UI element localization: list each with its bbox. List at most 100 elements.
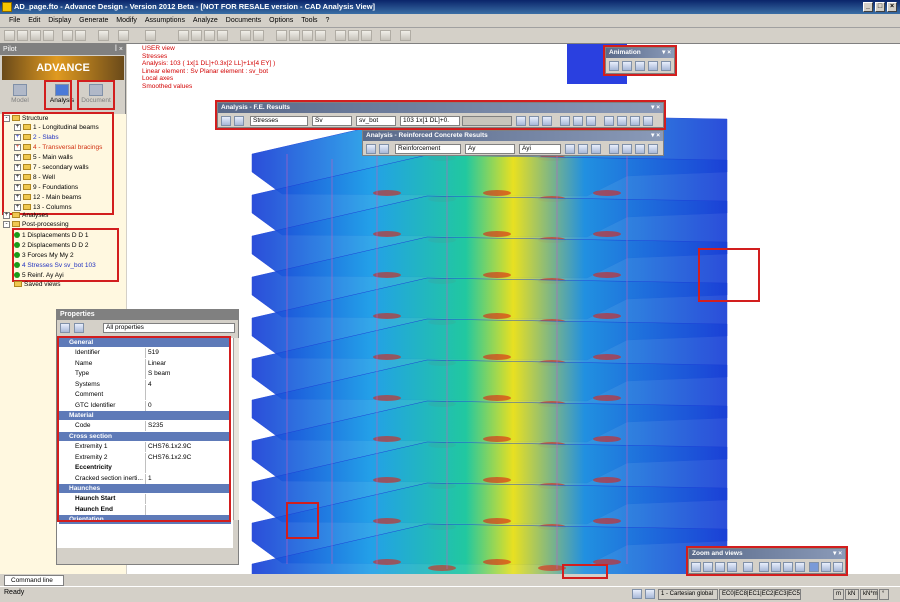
- stress-hotspot: [483, 559, 511, 565]
- stress-hotspot: [483, 231, 511, 237]
- command-line-tab[interactable]: Command line: [4, 575, 64, 586]
- mirror-icon[interactable]: [217, 30, 228, 41]
- highlight-document: [77, 80, 115, 110]
- stress-hotspot: [593, 354, 621, 360]
- new-file-icon[interactable]: [4, 30, 15, 41]
- view-3d-icon[interactable]: [361, 30, 372, 41]
- menu-edit[interactable]: Edit: [25, 14, 43, 28]
- menu-analyze[interactable]: Analyze: [190, 14, 221, 28]
- pilot-header: Pilot ꟾ ×: [0, 44, 126, 55]
- circle-icon[interactable]: [315, 30, 326, 41]
- status-grid-icon[interactable]: [645, 589, 655, 599]
- stress-hotspot: [593, 313, 621, 319]
- rc-chart-icon[interactable]: [635, 144, 645, 154]
- menu-assumptions[interactable]: Assumptions: [142, 14, 188, 28]
- minimize-button[interactable]: _: [863, 2, 873, 12]
- maximize-button[interactable]: □: [875, 2, 885, 12]
- menu-documents[interactable]: Documents: [223, 14, 264, 28]
- stress-hotspot: [483, 272, 511, 278]
- arc-icon[interactable]: [302, 30, 313, 41]
- stress-hotspot: [593, 190, 621, 196]
- grid-icon[interactable]: [253, 30, 264, 41]
- menu-tools[interactable]: Tools: [298, 14, 320, 28]
- calculator-icon[interactable]: [145, 30, 156, 41]
- rc-display-icon[interactable]: [366, 144, 376, 154]
- menu-options[interactable]: Options: [266, 14, 296, 28]
- rc-pen-icon[interactable]: [379, 144, 389, 154]
- rc-scale-icon[interactable]: [609, 144, 619, 154]
- tree-saved-views[interactable]: Saved views: [14, 280, 61, 289]
- props-refresh-icon[interactable]: [74, 323, 84, 333]
- menu-bar: File Edit Display Generate Modify Assump…: [0, 14, 900, 28]
- select-icon[interactable]: [178, 30, 189, 41]
- status-ucs-icon[interactable]: [632, 589, 642, 599]
- highlight-slab-corner: [286, 502, 319, 539]
- mode-model-button[interactable]: Model: [2, 82, 38, 110]
- rc-surface-select[interactable]: Ayi: [519, 144, 561, 154]
- rc-component-select[interactable]: Ay: [465, 144, 515, 154]
- unit-length[interactable]: m: [833, 589, 844, 600]
- stress-hotspot: [593, 395, 621, 401]
- properties-header: Properties: [57, 310, 238, 320]
- tree-analyses[interactable]: + Analyses: [3, 211, 48, 220]
- undo-icon[interactable]: [98, 30, 109, 41]
- view-info-line: Analysis: 103 ( 1x[1 DL]+0.3x[2 LL]+1x[4…: [142, 60, 276, 67]
- stress-hotspot: [593, 477, 621, 483]
- redo-icon[interactable]: [118, 30, 129, 41]
- highlight-animation: [603, 45, 677, 76]
- slab-icon[interactable]: [348, 30, 359, 41]
- menu-display[interactable]: Display: [45, 14, 74, 28]
- snap-icon[interactable]: [240, 30, 251, 41]
- coord-system-field[interactable]: 1 - Cartesian global: [658, 589, 718, 600]
- pin-icon[interactable]: ꟾ ×: [115, 44, 123, 55]
- rc-report-icon[interactable]: [648, 144, 658, 154]
- mode-model-label: Model: [11, 97, 29, 104]
- rc-grid-icon[interactable]: [578, 144, 588, 154]
- properties-filter-select[interactable]: All properties: [103, 323, 235, 333]
- highlight-base: [562, 564, 608, 579]
- copy-icon[interactable]: [62, 30, 73, 41]
- close-button[interactable]: ×: [887, 2, 897, 12]
- menu-file[interactable]: File: [6, 14, 23, 28]
- stress-hotspot: [483, 190, 511, 196]
- unit-moment[interactable]: kN*m: [860, 589, 878, 600]
- rc-type-select[interactable]: Reinforcement: [395, 144, 461, 154]
- rc-color-icon[interactable]: [591, 144, 601, 154]
- design-codes-field[interactable]: EC0|EC8|EC1|EC2|EC3|EC5: [719, 589, 801, 600]
- rc-tool-icon[interactable]: [565, 144, 575, 154]
- properties-scrollbar[interactable]: [233, 338, 239, 520]
- view-info-line: USER view: [142, 45, 175, 52]
- line-icon[interactable]: [276, 30, 287, 41]
- paste-icon[interactable]: [75, 30, 86, 41]
- logo-text: ADVANCE: [36, 62, 90, 74]
- stress-hotspot: [483, 354, 511, 360]
- rotate-icon[interactable]: [204, 30, 215, 41]
- stress-hotspot: [593, 272, 621, 278]
- menu-help[interactable]: ?: [323, 14, 333, 28]
- save-icon[interactable]: [30, 30, 41, 41]
- pointer-icon[interactable]: [380, 30, 391, 41]
- polyline-icon[interactable]: [289, 30, 300, 41]
- advance-logo: ADVANCE: [2, 56, 124, 80]
- view-info-line: Stresses: [142, 52, 168, 60]
- stress-hotspot: [483, 395, 511, 401]
- unit-force[interactable]: kN: [845, 589, 859, 600]
- stress-hotspot: [428, 565, 456, 571]
- highlight-properties: [57, 336, 231, 522]
- wall-icon[interactable]: [335, 30, 346, 41]
- menu-modify[interactable]: Modify: [113, 14, 140, 28]
- properties-panel: Properties All properties General Identi…: [56, 309, 239, 565]
- props-save-icon[interactable]: [60, 323, 70, 333]
- move-icon[interactable]: [191, 30, 202, 41]
- title-bar: AD_page.fto - Advance Design - Version 2…: [0, 0, 900, 14]
- model-icon: [13, 84, 27, 96]
- print-icon[interactable]: [43, 30, 54, 41]
- unit-angle[interactable]: °: [879, 589, 889, 600]
- open-file-icon[interactable]: [17, 30, 28, 41]
- pilot-title: Pilot: [3, 46, 17, 53]
- menu-generate[interactable]: Generate: [76, 14, 111, 28]
- rc-check-icon[interactable]: [622, 144, 632, 154]
- highlight-fe-results: [215, 100, 666, 130]
- window-title: AD_page.fto - Advance Design - Version 2…: [14, 2, 376, 11]
- filter-icon[interactable]: [400, 30, 411, 41]
